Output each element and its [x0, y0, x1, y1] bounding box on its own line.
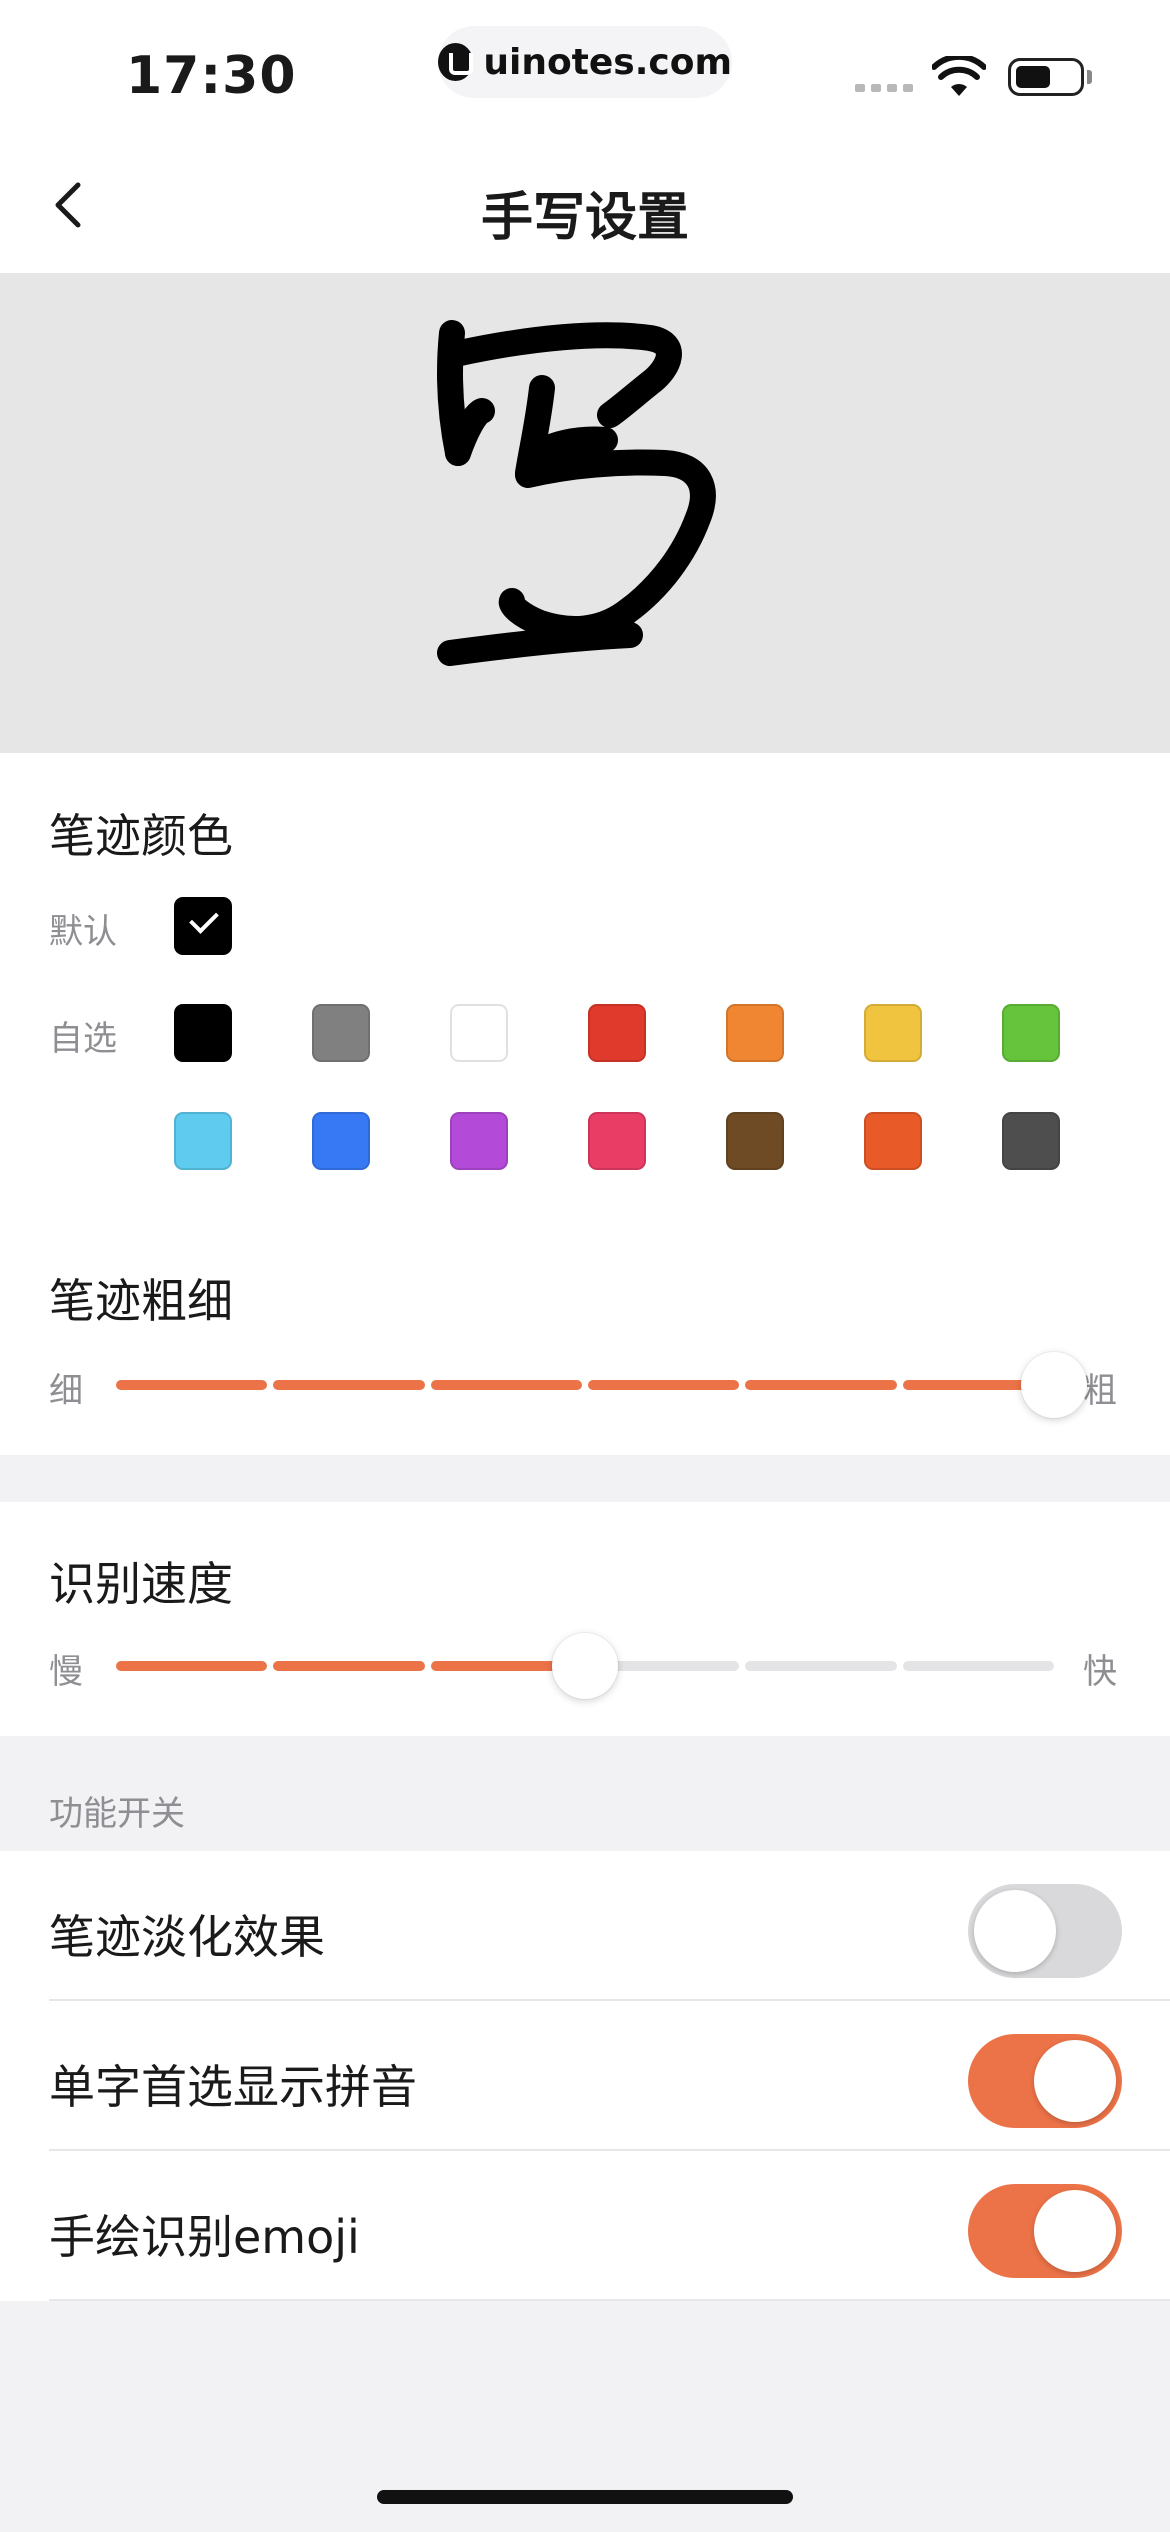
slider-thumb[interactable]: [1021, 1352, 1087, 1418]
color-swatch[interactable]: [726, 1004, 784, 1062]
color-swatch[interactable]: [174, 1112, 232, 1170]
slider-segment: [273, 1380, 425, 1390]
toggle-row-stroke-fade: 笔迹淡化效果: [0, 1851, 1170, 2001]
slider-segment: [116, 1661, 268, 1671]
toggle-row-pinyin: 单字首选显示拼音: [0, 2001, 1170, 2151]
default-color-swatch[interactable]: [174, 897, 232, 955]
color-swatch[interactable]: [450, 1112, 508, 1170]
stroke-width-max-label: 粗: [1083, 1371, 1117, 1411]
stroke-fade-label: 笔迹淡化效果: [49, 1910, 325, 1964]
slider-segment: [430, 1380, 582, 1390]
slider-segment: [745, 1380, 897, 1390]
color-swatch[interactable]: [312, 1004, 370, 1062]
home-indicator: [377, 2490, 793, 2504]
toggle-knob: [1034, 2190, 1116, 2272]
status-time: 17:30: [126, 46, 297, 106]
toggle-knob: [974, 1890, 1056, 1972]
stroke-color-title: 笔迹颜色: [49, 809, 233, 863]
cellular-signal-icon: [855, 84, 913, 92]
status-bar: 17:30 uinotes.com: [0, 0, 1170, 135]
recognition-speed-slider[interactable]: [116, 1633, 1054, 1699]
site-logo-icon: [438, 43, 474, 81]
slider-segment: [273, 1661, 425, 1671]
feature-toggles-panel: 笔迹淡化效果 单字首选显示拼音 手绘识别emoji: [0, 1851, 1170, 2301]
slider-segment: [588, 1380, 740, 1390]
color-swatch[interactable]: [174, 1004, 232, 1062]
battery-tip: [1087, 70, 1092, 84]
toggle-row-emoji: 手绘识别emoji: [0, 2151, 1170, 2301]
color-swatch[interactable]: [588, 1004, 646, 1062]
slider-segment: [902, 1661, 1054, 1671]
color-swatch[interactable]: [588, 1112, 646, 1170]
emoji-label: 手绘识别emoji: [49, 2210, 360, 2264]
color-swatch[interactable]: [864, 1112, 922, 1170]
speed-min-label: 慢: [49, 1652, 83, 1692]
color-swatch[interactable]: [1002, 1004, 1060, 1062]
color-swatch[interactable]: [312, 1112, 370, 1170]
handwriting-preview: [0, 273, 1170, 753]
color-swatch[interactable]: [726, 1112, 784, 1170]
features-caption: 功能开关: [49, 1794, 185, 1834]
color-swatch[interactable]: [1002, 1112, 1060, 1170]
slider-segment: [745, 1661, 897, 1671]
pinyin-label: 单字首选显示拼音: [49, 2060, 417, 2114]
speed-max-label: 快: [1083, 1652, 1117, 1692]
recognition-speed-title: 识别速度: [49, 1557, 233, 1611]
slider-segment: [116, 1380, 268, 1390]
checkmark-icon: [189, 904, 219, 934]
pinyin-toggle[interactable]: [968, 2034, 1122, 2128]
row-divider: [49, 2299, 1170, 2301]
nav-bar: 手写设置: [0, 135, 1170, 273]
handwriting-sample-glyph: [437, 320, 716, 666]
page-title: 手写设置: [480, 188, 689, 248]
battery-icon: [1008, 58, 1084, 96]
color-swatch[interactable]: [864, 1004, 922, 1062]
site-url: uinotes.com: [483, 41, 732, 83]
slider-thumb[interactable]: [552, 1633, 618, 1699]
stroke-width-title: 笔迹粗细: [49, 1274, 233, 1328]
toggle-knob: [1034, 2040, 1116, 2122]
url-pill: uinotes.com: [438, 26, 732, 98]
recognition-speed-panel: 识别速度 慢 快: [0, 1502, 1170, 1736]
stroke-settings-panel: 笔迹颜色 默认 自选 笔迹粗细 细 粗: [0, 753, 1170, 1455]
wifi-icon: [932, 56, 986, 96]
custom-color-label: 自选: [49, 1019, 117, 1059]
stroke-width-slider[interactable]: [116, 1352, 1087, 1418]
color-swatch[interactable]: [450, 1004, 508, 1062]
stroke-width-min-label: 细: [49, 1371, 83, 1411]
stroke-fade-toggle[interactable]: [968, 1884, 1122, 1978]
default-color-label: 默认: [49, 912, 117, 952]
emoji-toggle[interactable]: [968, 2184, 1122, 2278]
